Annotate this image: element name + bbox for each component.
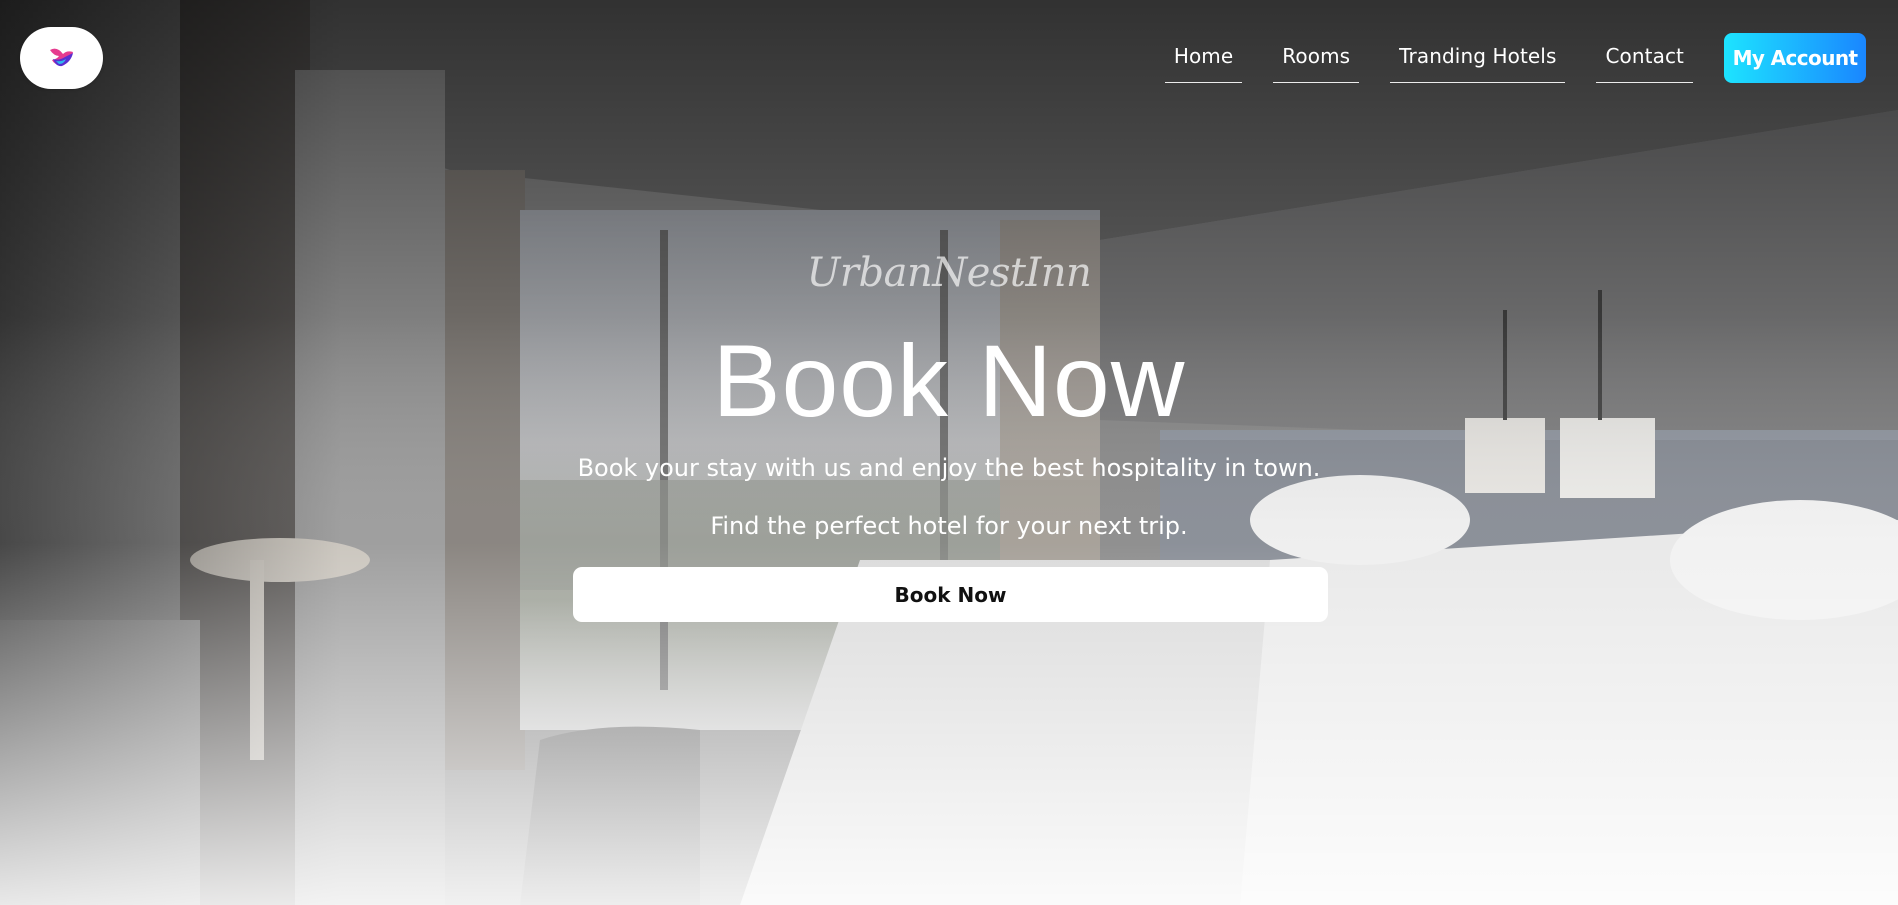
hotel-room-background	[0, 0, 1898, 905]
logo-button[interactable]	[20, 27, 103, 89]
nav-link-tranding-hotels[interactable]: Tranding Hotels	[1390, 34, 1566, 83]
hero-tagline: Book your stay with us and enjoy the bes…	[577, 454, 1321, 482]
hero-section: Home Rooms Tranding Hotels Contact My Ac…	[0, 0, 1898, 905]
hero-title: Book Now	[712, 324, 1186, 438]
hero-subtagline: Find the perfect hotel for your next tri…	[710, 512, 1188, 540]
nav-link-contact[interactable]: Contact	[1596, 34, 1693, 83]
bird-logo-icon	[49, 48, 73, 67]
brand-name: UrbanNestInn	[806, 250, 1092, 296]
book-now-button[interactable]: Book Now	[573, 567, 1328, 622]
my-account-button[interactable]: My Account	[1724, 33, 1866, 83]
nav-link-rooms[interactable]: Rooms	[1273, 34, 1360, 83]
main-nav: Home Rooms Tranding Hotels Contact My Ac…	[1164, 33, 1866, 83]
nav-link-home[interactable]: Home	[1164, 34, 1243, 83]
